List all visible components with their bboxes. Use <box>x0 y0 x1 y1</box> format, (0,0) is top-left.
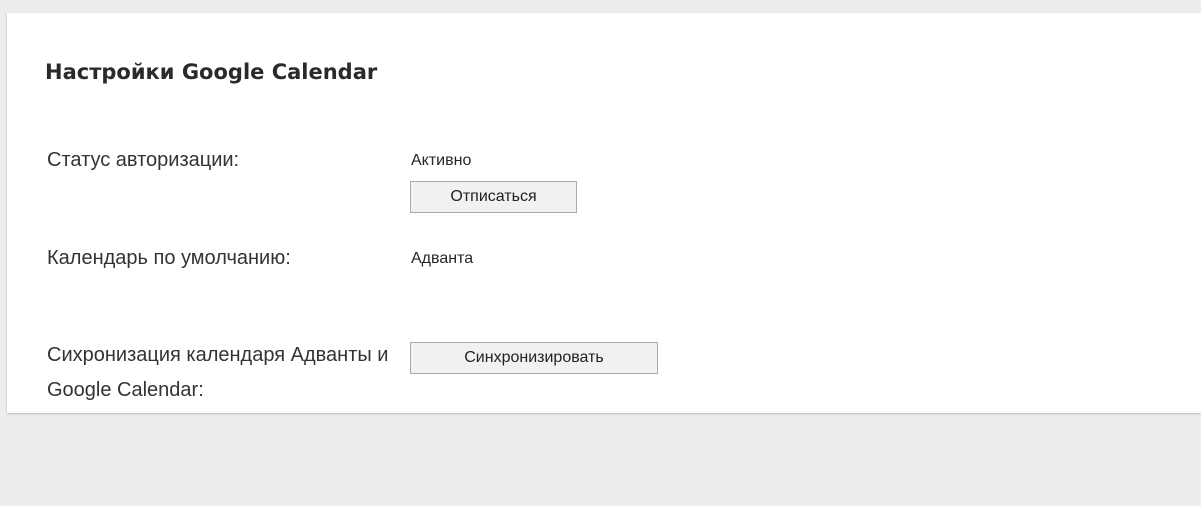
sync-label: Сихронизация календаря Адванты и Google … <box>47 344 389 401</box>
page-title: Настройки Google Calendar <box>45 60 378 84</box>
auth-status-label: Статус авторизации: <box>47 149 240 171</box>
unsubscribe-button[interactable]: Отписаться <box>410 181 577 213</box>
default-calendar-value: Адванта <box>411 250 474 267</box>
sync-button[interactable]: Синхронизировать <box>410 342 658 374</box>
default-calendar-label: Календарь по умолчанию: <box>47 247 291 269</box>
auth-status-value: Активно <box>411 152 472 169</box>
